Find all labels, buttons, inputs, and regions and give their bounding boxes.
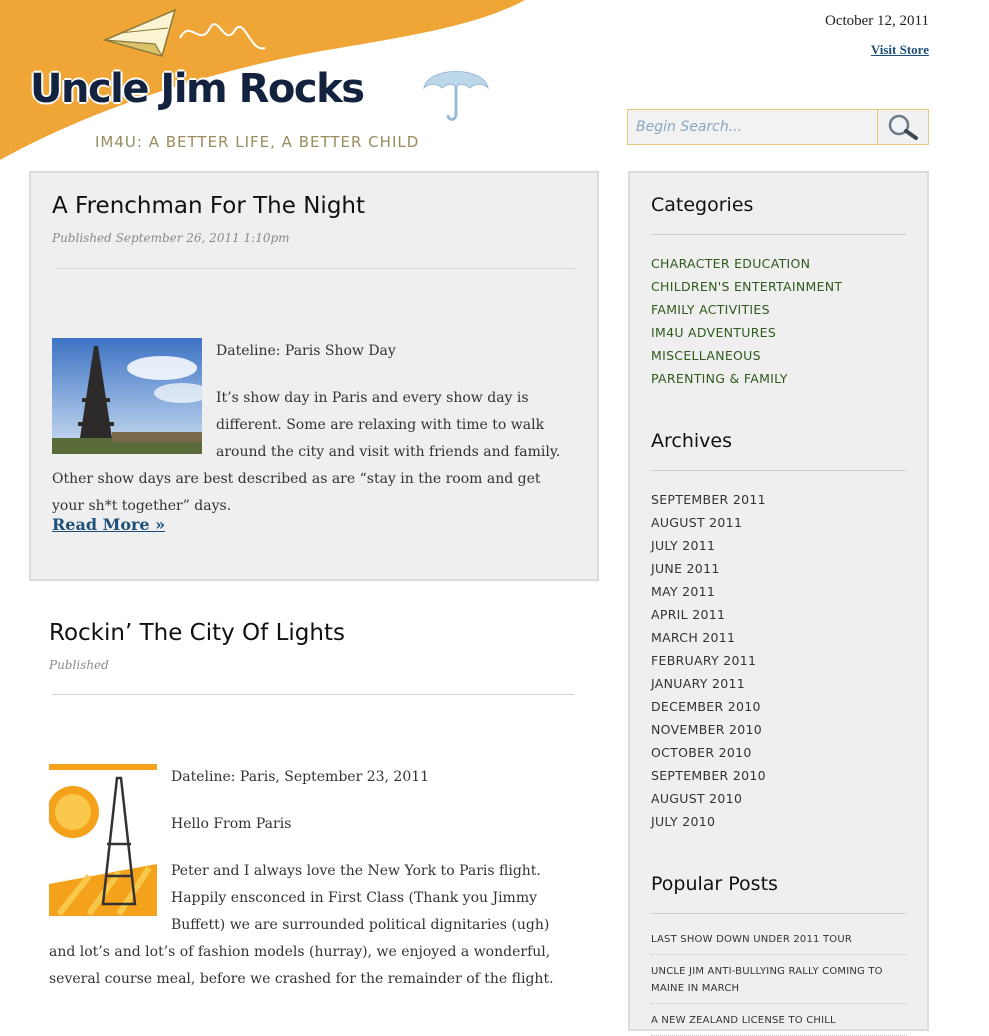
- archive-link[interactable]: APRIL 2011: [651, 603, 766, 626]
- umbrella-icon: [423, 71, 489, 121]
- popular-post-link[interactable]: A NEW ZEALAND LICENSE TO CHILL: [651, 1004, 907, 1036]
- post-excerpt: Dateline: Paris Show Day It’s show day i…: [52, 338, 576, 540]
- archive-link[interactable]: SEPTEMBER 2010: [651, 764, 766, 787]
- archive-link[interactable]: JANUARY 2011: [651, 672, 766, 695]
- search-icon: [888, 114, 918, 140]
- categories-heading: Categories: [651, 194, 754, 216]
- search-form: [627, 109, 929, 145]
- site-logo-title[interactable]: Uncle Jim Rocks: [30, 66, 365, 112]
- post-divider: [52, 694, 574, 695]
- post-meta: Published: [49, 658, 109, 672]
- archive-link[interactable]: SEPTEMBER 2011: [651, 488, 766, 511]
- category-link[interactable]: IM4U ADVENTURES: [651, 321, 842, 344]
- current-date: October 12, 2011: [824, 13, 929, 29]
- popular-post-link[interactable]: LAST SHOW DOWN UNDER 2011 TOUR: [651, 923, 907, 955]
- site-tagline: IM4U: A BETTER LIFE, A BETTER CHILD: [95, 133, 420, 151]
- popular-posts-heading: Popular Posts: [651, 873, 778, 895]
- category-link[interactable]: PARENTING & FAMILY: [651, 367, 842, 390]
- archive-link[interactable]: JULY 2011: [651, 534, 766, 557]
- archives-list: SEPTEMBER 2011 AUGUST 2011 JULY 2011 JUN…: [651, 488, 766, 833]
- archive-link[interactable]: FEBRUARY 2011: [651, 649, 766, 672]
- post-title[interactable]: Rockin’ The City Of Lights: [49, 620, 345, 646]
- categories-list: CHARACTER EDUCATION CHILDREN'S ENTERTAIN…: [651, 252, 842, 390]
- search-button[interactable]: [877, 110, 928, 144]
- archive-link[interactable]: DECEMBER 2010: [651, 695, 766, 718]
- visit-store-link[interactable]: Visit Store: [871, 42, 929, 58]
- archive-link[interactable]: JULY 2010: [651, 810, 766, 833]
- paper-plane-icon: [102, 8, 266, 57]
- post-excerpt: Dateline: Paris, September 23, 2011 Hell…: [49, 764, 577, 1013]
- popular-posts-list: LAST SHOW DOWN UNDER 2011 TOUR UNCLE JIM…: [651, 923, 907, 1036]
- sidebar-divider: [651, 913, 907, 914]
- archives-heading: Archives: [651, 430, 732, 452]
- archive-link[interactable]: MAY 2011: [651, 580, 766, 603]
- archive-link[interactable]: MARCH 2011: [651, 626, 766, 649]
- archive-link[interactable]: AUGUST 2010: [651, 787, 766, 810]
- archive-link[interactable]: OCTOBER 2010: [651, 741, 766, 764]
- sidebar-divider: [651, 234, 907, 235]
- category-link[interactable]: FAMILY ACTIVITIES: [651, 298, 842, 321]
- sidebar-divider: [651, 470, 907, 471]
- paris-sun-illustration[interactable]: [49, 764, 157, 916]
- post-card-featured: A Frenchman For The Night Published Sept…: [29, 171, 599, 581]
- read-more-link[interactable]: Read More »: [52, 515, 165, 534]
- sidebar: Categories CHARACTER EDUCATION CHILDREN'…: [628, 171, 929, 1036]
- popular-post-link[interactable]: UNCLE JIM ANTI-BULLYING RALLY COMING TO …: [651, 955, 907, 1004]
- category-link[interactable]: MISCELLANEOUS: [651, 344, 842, 367]
- archive-link[interactable]: AUGUST 2011: [651, 511, 766, 534]
- post-divider: [55, 268, 575, 269]
- archive-link[interactable]: NOVEMBER 2010: [651, 718, 766, 741]
- post-meta: Published September 26, 2011 1:10pm: [52, 231, 290, 245]
- search-input[interactable]: [628, 110, 877, 144]
- post-title[interactable]: A Frenchman For The Night: [52, 193, 365, 219]
- eiffel-tower-photo[interactable]: [52, 338, 202, 454]
- archive-link[interactable]: JUNE 2011: [651, 557, 766, 580]
- category-link[interactable]: CHARACTER EDUCATION: [651, 252, 842, 275]
- category-link[interactable]: CHILDREN'S ENTERTAINMENT: [651, 275, 842, 298]
